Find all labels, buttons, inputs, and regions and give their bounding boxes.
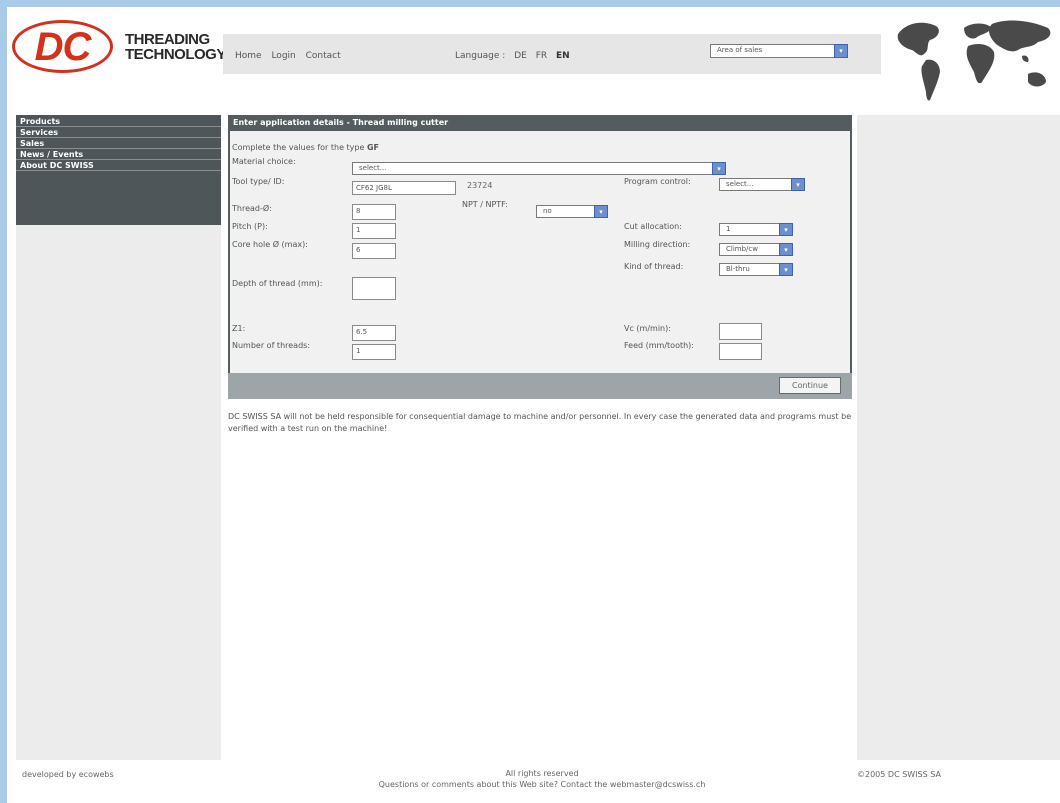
pitch-field[interactable]: 1 [352,223,396,239]
milling-direction-label: Milling direction: [624,240,691,249]
nav-contact-link[interactable]: Contact [306,51,341,61]
sidebar: Products Services Sales News / Events Ab… [16,115,221,225]
footer-contact-line[interactable]: Questions or comments about this Web sit… [228,779,856,790]
logo-line-2: TECHNOLOGY [125,46,226,63]
cut-allocation-value: 1 [726,225,731,233]
depth-of-thread-label: Depth of thread (mm): [232,279,323,288]
milling-direction-select[interactable]: Climb/cw ▾ [719,243,793,256]
npt-label: NPT / NPTF: [462,200,508,209]
thread-diameter-field[interactable]: 8 [352,204,396,220]
cut-allocation-select[interactable]: 1 ▾ [719,223,793,236]
cut-allocation-label: Cut allocation: [624,222,682,231]
chevron-down-icon: ▾ [779,223,793,236]
feed-label: Feed (mm/tooth): [624,341,694,350]
program-control-label: Program control: [624,177,691,186]
language-fr-link[interactable]: FR [536,51,547,61]
chevron-down-icon: ▾ [712,162,726,175]
form-title: Enter application details - Thread milli… [228,115,852,131]
footer-copyright: ©2005 DC SWISS SA [857,770,941,779]
chevron-down-icon: ▾ [791,178,805,191]
z1-field[interactable]: 6.5 [352,325,396,341]
form-footer-bar [228,373,852,399]
chevron-down-icon: ▾ [834,44,848,58]
nav-home-link[interactable]: Home [235,51,262,61]
left-column-background [16,225,221,760]
logo-text: THREADING TECHNOLOGY [125,32,226,62]
top-nav: Home Login Contact [235,51,348,61]
sidebar-item-products[interactable]: Products [16,117,221,127]
number-of-threads-field[interactable]: 1 [352,344,396,360]
footer-rights: All rights reserved [505,769,579,778]
continue-button[interactable]: Continue [779,377,841,394]
area-of-sales-select[interactable]: Area of sales ▾ [710,44,848,58]
vc-field[interactable] [719,323,762,340]
sidebar-item-news-events[interactable]: News / Events [16,150,221,160]
material-label: Material choice: [232,157,296,166]
tool-id-value: 23724 [467,181,493,190]
vc-label: Vc (m/min): [624,324,671,333]
logo-mark[interactable]: DC [12,22,113,72]
chevron-down-icon: ▾ [779,243,793,256]
pitch-label: Pitch (P): [232,222,268,231]
core-hole-field[interactable]: 6 [352,243,396,259]
tool-type-label: Tool type/ ID: [232,177,285,186]
footer-center: All rights reserved Questions or comment… [228,768,856,790]
world-map-image [897,20,1051,101]
material-select-value: select... [359,164,387,172]
thread-diameter-label: Thread-Ø: [232,204,272,213]
nav-login-link[interactable]: Login [271,51,295,61]
language-label: Language : [455,51,506,61]
z1-label: Z1: [232,324,246,333]
language-switcher: Language : DE FR EN [455,51,576,61]
depth-of-thread-field[interactable] [352,277,396,300]
program-control-value: select... [726,180,754,188]
language-de-link[interactable]: DE [514,51,527,61]
sidebar-item-sales[interactable]: Sales [16,139,221,149]
chevron-down-icon: ▾ [594,205,608,218]
core-hole-label: Core hole Ø (max): [232,240,308,249]
disclaimer-text: DC SWISS SA will not be held responsible… [228,412,852,433]
material-select[interactable]: select... ▾ [352,162,726,175]
area-of-sales-value: Area of sales [717,46,763,54]
npt-select-value: no [543,207,552,215]
sidebar-item-services[interactable]: Services [16,128,221,138]
kind-of-thread-value: Bl-thru [726,265,750,273]
chevron-down-icon: ▾ [779,263,793,276]
language-en-link[interactable]: EN [556,51,570,61]
form-intro-text: Complete the values for the type [232,143,365,152]
kind-of-thread-label: Kind of thread: [624,262,684,271]
right-column-background [857,115,1060,760]
kind-of-thread-select[interactable]: Bl-thru ▾ [719,263,793,276]
feed-field[interactable] [719,343,762,360]
number-of-threads-label: Number of threads: [232,341,311,350]
form-intro: Complete the values for the type GF [232,143,379,152]
form-type-code: GF [366,143,379,152]
sidebar-item-about[interactable]: About DC SWISS [16,161,221,171]
program-control-select[interactable]: select... ▾ [719,178,805,191]
developed-by-link[interactable]: developed by ecowebs [22,770,114,779]
logo-line-1: THREADING [125,31,210,48]
tool-type-field[interactable]: CF62 JG8L [352,181,456,195]
milling-direction-value: Climb/cw [726,245,758,253]
npt-select[interactable]: no ▾ [536,205,608,218]
